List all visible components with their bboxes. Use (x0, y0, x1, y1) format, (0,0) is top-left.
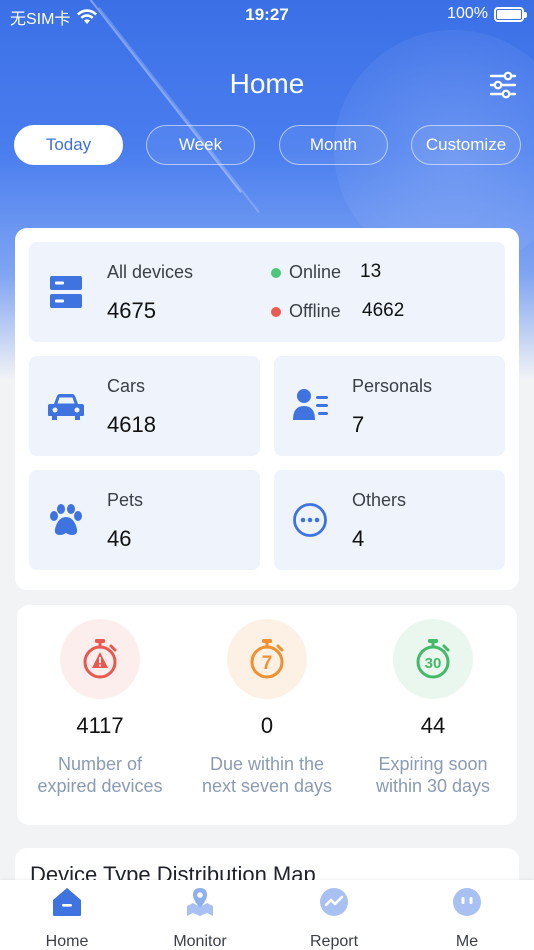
expiry-label: Expiring soon within 30 days (350, 753, 516, 797)
expiry-item-thirty-days[interactable]: 30 44 Expiring soon within 30 days (350, 605, 516, 797)
expiry-label: Number of expired devices (17, 753, 183, 797)
offline-label: Offline (289, 301, 341, 321)
category-tile-others[interactable]: Others 4 (274, 470, 505, 570)
battery-percent: 100% (447, 5, 488, 22)
all-devices-value: 4675 (107, 298, 156, 323)
tabbar-label: Monitor (173, 933, 227, 950)
badge-number: 30 (425, 655, 442, 672)
offline-dot-icon (271, 307, 281, 318)
chart-icon (320, 888, 348, 916)
tabbar-item-report[interactable]: Report (284, 886, 384, 950)
thirty-days-badge: 30 (393, 619, 473, 699)
filter-button[interactable] (488, 70, 518, 100)
expiry-label: Due within the next seven days (184, 753, 350, 797)
online-label: Online (289, 262, 342, 282)
sliders-icon (489, 71, 517, 99)
device-summary-card: All devices 4675 Online 13 Offline 4662 … (15, 228, 519, 590)
decor-streak (98, 6, 260, 214)
expiry-value: 44 (420, 713, 446, 738)
category-label: Cars (107, 376, 146, 396)
person-list-icon (293, 389, 328, 420)
seven-days-badge: 7 (227, 619, 307, 699)
tabbar-label: Me (455, 933, 479, 950)
tab-week[interactable]: Week (146, 125, 255, 165)
paw-icon (50, 504, 82, 535)
car-icon (48, 394, 84, 420)
category-label: Personals (352, 376, 433, 396)
tab-month[interactable]: Month (279, 125, 388, 165)
bottom-tab-bar: Home Monitor Report Me (0, 880, 534, 950)
all-devices-label: All devices (107, 262, 194, 282)
expiry-label-line: expired devices (37, 776, 163, 796)
map-pin-icon (187, 888, 213, 916)
expiry-label-line: Due within the (209, 754, 325, 774)
category-label: Others (352, 490, 407, 510)
face-icon (453, 888, 481, 916)
expiry-label-line: within 30 days (375, 776, 491, 796)
online-value: 13 (360, 261, 382, 282)
category-value: 46 (107, 526, 132, 551)
category-tile-cars[interactable]: Cars 4618 (29, 356, 260, 456)
category-value: 7 (352, 412, 365, 437)
expiry-value: 4117 (76, 713, 124, 738)
offline-value: 4662 (362, 300, 405, 321)
period-tabs: Today Week Month Customize (14, 125, 522, 165)
category-tile-pets[interactable]: Pets 46 (29, 470, 260, 570)
category-tile-personals[interactable]: Personals 7 (274, 356, 505, 456)
offline-row: Offline (271, 301, 341, 322)
tabbar-item-home[interactable]: Home (17, 886, 117, 950)
more-circle-icon (293, 503, 327, 537)
tabbar-label: Home (45, 933, 89, 950)
server-icon (50, 276, 82, 308)
tabbar-item-monitor[interactable]: Monitor (150, 886, 250, 950)
expiry-value: 0 (260, 713, 274, 738)
expiry-label-line: Expiring soon (378, 754, 488, 774)
badge-number: 7 (262, 653, 273, 674)
category-label: Pets (107, 490, 144, 510)
category-value: 4618 (107, 412, 156, 437)
expiry-label-line: Number of (57, 754, 143, 774)
online-row: Online (271, 262, 341, 283)
expired-badge (60, 619, 140, 699)
battery-status: 100% (447, 5, 527, 23)
expiry-item-seven-days[interactable]: 7 0 Due within the next seven days (184, 605, 350, 797)
home-icon (53, 888, 81, 916)
tab-today[interactable]: Today (14, 125, 123, 165)
stopwatch-warning-icon (83, 639, 117, 679)
expiry-label-line: next seven days (201, 776, 333, 796)
status-bar: 无SIM卡 19:27 100% (0, 0, 534, 30)
tabbar-item-me[interactable]: Me (417, 886, 517, 950)
tabbar-label: Report (309, 933, 359, 950)
expiry-item-expired[interactable]: 4117 Number of expired devices (17, 605, 183, 797)
stopwatch-30-icon: 30 (416, 639, 450, 679)
battery-icon (494, 6, 527, 22)
all-devices-tile[interactable]: All devices 4675 Online 13 Offline 4662 (29, 242, 505, 342)
online-dot-icon (271, 268, 281, 279)
stopwatch-7-icon: 7 (250, 639, 284, 679)
page-title: Home (229, 68, 305, 99)
tab-customize[interactable]: Customize (411, 125, 521, 165)
category-value: 4 (352, 526, 365, 551)
expiry-summary-card: 4117 Number of expired devices 7 0 Due w… (17, 605, 517, 825)
